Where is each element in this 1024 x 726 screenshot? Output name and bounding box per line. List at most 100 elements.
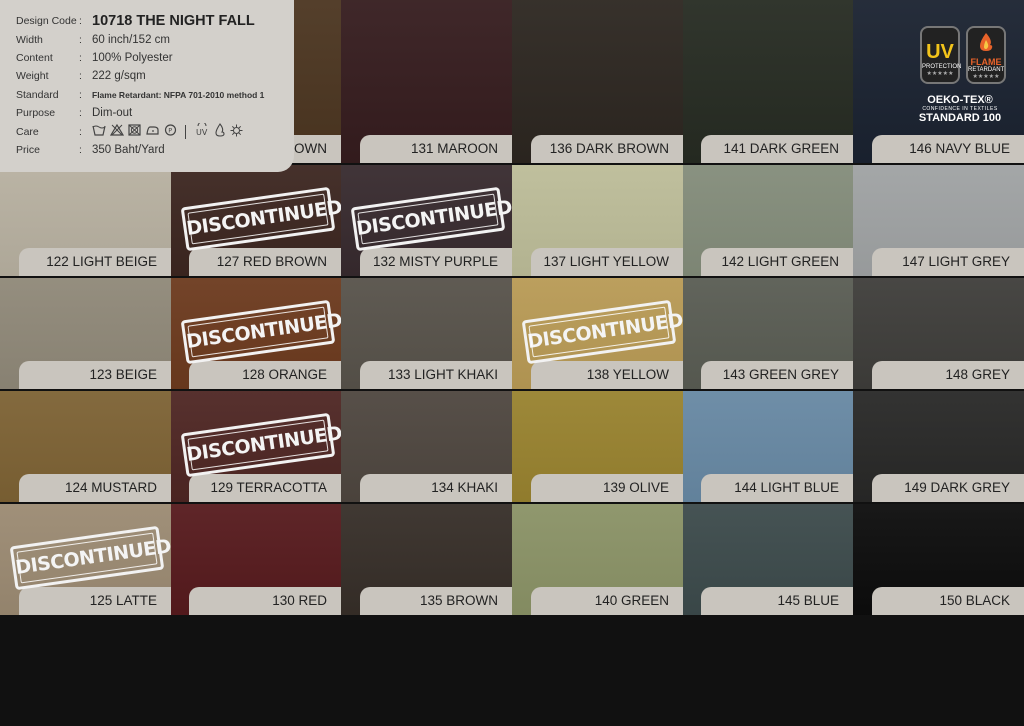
color-swatch: 137 LIGHT YELLOW [512,165,683,276]
swatch-label: 142 LIGHT GREEN [701,248,853,276]
swatch-label: 123 BEIGE [19,361,171,389]
swatch-label: 132 MISTY PURPLE [360,248,512,276]
swatch-label: 135 BROWN [360,587,512,615]
color-swatch: 122 LIGHT BEIGE [0,165,171,276]
price-label: Price [16,143,40,156]
discontinued-stamp: DISCONTINUED [350,186,512,252]
colon: : [79,51,82,64]
colon: : [79,107,82,120]
swatch-label: 128 ORANGE [189,361,341,389]
svg-text:P: P [168,127,172,135]
swatch-label: 131 MAROON [360,135,512,163]
flame-icon [214,123,226,140]
care-icons: P UV [92,121,243,140]
color-swatch: 150 BLACK [853,504,1024,615]
flame-badge-subtitle: RETARDANT [968,67,1005,73]
purpose-value: Dim-out [92,107,133,120]
uv-icon: UV [194,121,210,140]
swatch-label: 148 GREY [872,361,1024,389]
price-value: 350 Baht/Yard [92,143,165,156]
width-label: Width [16,33,43,46]
price-row: Price : 350 Baht/Yard [16,141,294,159]
swatch-label: 149 DARK GREY [872,474,1024,502]
flame-badge-icon [968,32,1004,57]
iron-low-icon [145,124,160,139]
color-swatch: 125 LATTE DISCONTINUED [0,504,171,615]
info-panel: Design Code : 10718 THE NIGHT FALL Width… [0,0,294,172]
uv-badge-stars: ★★★★★ [926,71,954,77]
care-separator [185,124,186,139]
swatch-label: 127 RED BROWN [189,248,341,276]
care-label: Care [16,125,39,138]
swatch-label: 134 KHAKI [360,474,512,502]
swatch-label: 136 DARK BROWN [531,135,683,163]
colon: : [79,88,82,101]
color-swatch: 129 TERRACOTTA DISCONTINUED [171,391,341,502]
uv-badge-title: UV [926,41,954,63]
swatch-label: 138 YELLOW [531,361,683,389]
color-swatch: 123 BEIGE [0,278,171,389]
color-swatch: 135 BROWN [341,504,512,615]
discontinued-stamp: DISCONTINUED [180,186,341,252]
dry-clean-icon: P [164,124,177,139]
weight-row: Weight : 222 g/sqm [16,67,294,85]
color-swatch: 143 GREEN GREY [683,278,853,389]
swatch-label: 139 OLIVE [531,474,683,502]
content-value: 100% Polyester [92,51,173,64]
color-swatch: 147 LIGHT GREY [853,165,1024,276]
standard-value: Flame Retardant: NFPA 701-2010 method 1 [92,89,265,100]
swatch-label: 125 LATTE [19,587,171,615]
discontinued-stamp: DISCONTINUED [521,299,683,365]
colon: : [79,15,82,28]
color-swatch: 142 LIGHT GREEN [683,165,853,276]
swatch-label: 133 LIGHT KHAKI [360,361,512,389]
color-swatch: 134 KHAKI [341,391,512,502]
wash-30-icon [92,124,106,139]
swatch-label: 150 BLACK [872,587,1024,615]
svg-text:UV: UV [196,128,208,137]
swatch-label: 129 TERRACOTTA [189,474,341,502]
content-row: Content : 100% Polyester [16,49,294,67]
flame-badge-stars: ★★★★★ [972,74,1000,80]
swatch-label: 122 LIGHT BEIGE [19,248,171,276]
flame-badge-title: FLAME [970,57,1002,67]
purpose-row: Purpose : Dim-out [16,104,294,122]
oeko-tex-name: OEKO-TEX® [927,94,993,106]
color-swatch: 149 DARK GREY [853,391,1024,502]
swatch-label: 141 DARK GREEN [701,135,853,163]
color-swatch: 140 GREEN [512,504,683,615]
content-label: Content [16,51,53,64]
color-swatch: 128 ORANGE DISCONTINUED [171,278,341,389]
swatch-label: 137 LIGHT YELLOW [531,248,683,276]
discontinued-stamp: DISCONTINUED [9,525,171,591]
design-code-label: Design Code [16,15,77,28]
care-row: Care : P UV [16,121,294,140]
purpose-label: Purpose [16,107,56,120]
swatch-label: 143 GREEN GREY [701,361,853,389]
design-code-value: 10718 THE NIGHT FALL [92,13,255,30]
color-swatch: 130 RED [171,504,341,615]
width-value: 60 inch/152 cm [92,33,170,46]
color-swatch: 138 YELLOW DISCONTINUED [512,278,683,389]
swatch-label: 145 BLUE [701,587,853,615]
uv-badge-subtitle: PROTECTION [922,64,962,70]
swatch-label: 144 LIGHT BLUE [701,474,853,502]
colon: : [79,33,82,46]
no-tumble-dry-icon [128,124,141,139]
weight-value: 222 g/sqm [92,70,146,83]
certification-logos: UV PROTECTION ★★★★★ FLAME RETARDANT ★★★★… [900,20,1020,140]
swatch-label: 140 GREEN [531,587,683,615]
weight-label: Weight [16,70,49,83]
swatch-label: 147 LIGHT GREY [872,248,1024,276]
flame-retardant-badge: FLAME RETARDANT ★★★★★ [966,26,1006,84]
width-row: Width : 60 inch/152 cm [16,30,294,48]
colon: : [79,70,82,83]
color-swatch: 139 OLIVE [512,391,683,502]
swatch-label: 124 MUSTARD [19,474,171,502]
standard-label: Standard [16,88,59,101]
color-swatch: 141 DARK GREEN [683,0,853,163]
color-swatch: 127 RED BROWN DISCONTINUED [171,165,341,276]
color-swatch: 148 GREY [853,278,1024,389]
oeko-icon [230,124,243,140]
color-swatch: 132 MISTY PURPLE DISCONTINUED [341,165,512,276]
